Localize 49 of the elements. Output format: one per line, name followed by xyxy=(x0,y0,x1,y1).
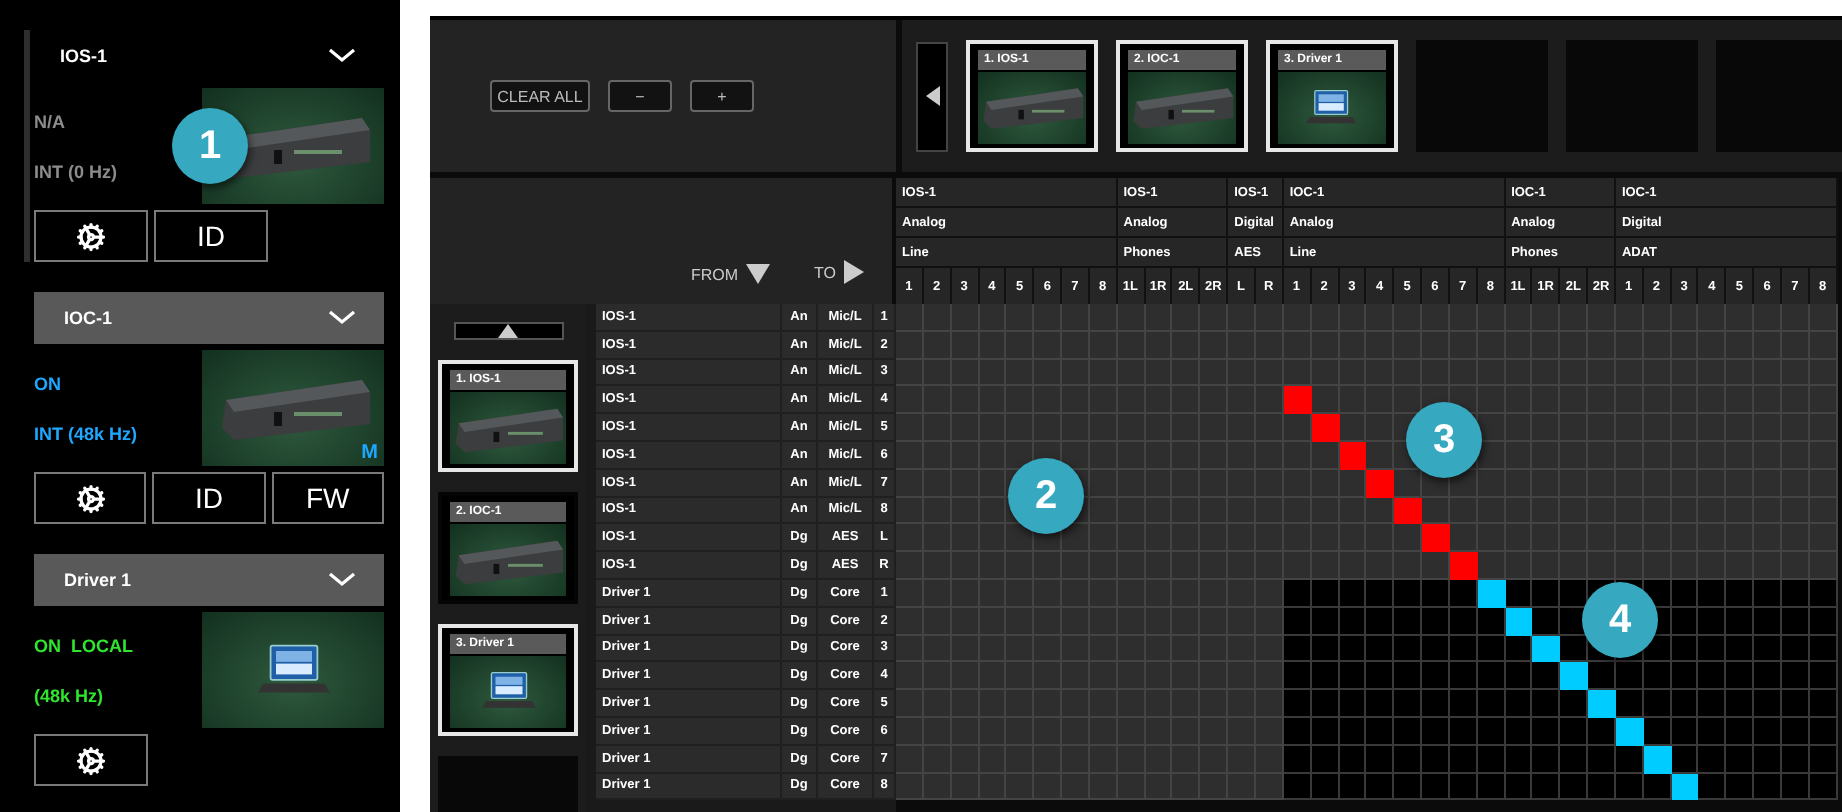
device-header[interactable]: Driver 1 xyxy=(34,554,384,606)
settings-button[interactable] xyxy=(34,210,148,262)
chevron-down-icon[interactable] xyxy=(328,572,356,588)
device-header[interactable]: IOC-1 xyxy=(34,292,384,344)
device-button[interactable]: ID xyxy=(152,472,266,524)
patch-cell[interactable] xyxy=(1366,469,1395,498)
rack-unit-drawing xyxy=(978,82,1086,134)
device-name: Driver 1 xyxy=(64,570,132,590)
device-status: ON LOCAL xyxy=(34,635,133,655)
device-button[interactable]: ID xyxy=(154,210,268,262)
laptop-icon xyxy=(481,670,535,714)
chevron-down-icon[interactable] xyxy=(328,48,356,64)
device-button[interactable]: FW xyxy=(271,472,384,524)
clock-status: (48k Hz) xyxy=(34,685,106,705)
patch-cell[interactable] xyxy=(1449,552,1478,580)
settings-icon xyxy=(76,745,106,775)
device-name: IOS-1 xyxy=(60,46,108,66)
device-name: IOC-1 xyxy=(64,308,113,328)
device-header[interactable]: IOS-1 xyxy=(34,30,384,82)
settings-icon xyxy=(76,221,106,251)
device-status: N/A xyxy=(34,111,67,131)
toolbar-button[interactable]: + xyxy=(690,80,754,112)
chevron-down-icon[interactable] xyxy=(328,310,356,326)
patch-cell[interactable] xyxy=(1532,635,1561,663)
toolbar-button[interactable]: − xyxy=(608,80,672,112)
settings-button[interactable] xyxy=(34,734,148,786)
patch-cell[interactable] xyxy=(1394,497,1423,525)
up-triangle-icon xyxy=(498,324,518,338)
toolbar-button[interactable]: CLEAR ALL xyxy=(490,80,590,112)
settings-button[interactable] xyxy=(34,472,147,524)
right-triangle-icon xyxy=(844,260,864,284)
rack-unit-drawing xyxy=(1128,82,1236,134)
patch-cell[interactable] xyxy=(1283,386,1312,415)
laptop-icon xyxy=(1306,87,1358,129)
scroll-left-button[interactable] xyxy=(916,41,948,151)
to-label: TO xyxy=(814,263,836,281)
clock-status: INT (48k Hz) xyxy=(34,423,138,443)
settings-icon xyxy=(75,483,106,513)
patch-cell[interactable] xyxy=(1588,690,1616,718)
patch-cell[interactable] xyxy=(1560,662,1589,691)
scroll-up-button[interactable] xyxy=(453,322,563,340)
left-triangle-icon xyxy=(925,86,939,106)
from-label: FROM xyxy=(690,265,739,283)
badge-label: M xyxy=(361,442,378,464)
down-triangle-icon xyxy=(746,264,771,284)
patch-cell[interactable] xyxy=(1311,414,1339,442)
patch-cell[interactable] xyxy=(1422,524,1450,553)
clock-status: INT (0 Hz) xyxy=(34,161,117,181)
device-status: ON xyxy=(34,373,63,393)
